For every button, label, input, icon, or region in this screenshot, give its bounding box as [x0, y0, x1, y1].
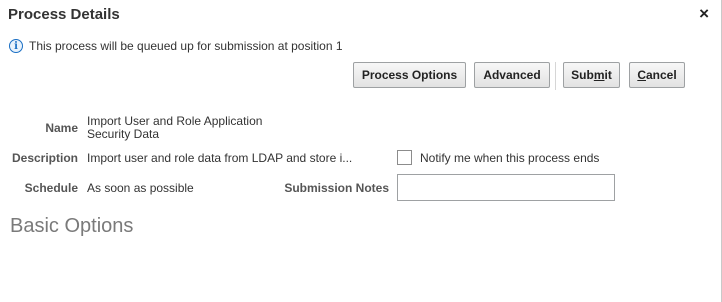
cancel-label-end: ancel — [645, 68, 677, 82]
close-icon[interactable]: × — [699, 5, 709, 23]
description-label: Description — [11, 151, 78, 165]
name-value: Import User and Role Application Securit… — [87, 115, 262, 141]
schedule-value: As soon as possible — [87, 181, 194, 195]
name-value-line2: Security Data — [87, 127, 160, 141]
info-message-text: This process will be queued up for submi… — [29, 39, 343, 53]
name-label: Name — [45, 121, 78, 135]
submit-label-mnemonic: m — [593, 68, 605, 82]
info-message: i This process will be queued up for sub… — [9, 39, 343, 53]
submit-button[interactable]: Sub m it — [563, 62, 620, 88]
cancel-label-mnemonic: C — [637, 68, 646, 82]
cancel-button[interactable]: Cancel — [629, 62, 685, 88]
notify-checkbox[interactable] — [397, 150, 412, 165]
submit-label-end: it — [604, 68, 612, 82]
basic-options-header: Basic Options — [10, 215, 134, 237]
info-icon: i — [9, 39, 23, 53]
process-details-dialog: Process Details × i This process will be… — [0, 0, 722, 302]
notify-checkbox-label[interactable]: Notify me when this process ends — [420, 151, 599, 165]
toolbar-separator — [555, 62, 556, 90]
dialog-title: Process Details — [8, 6, 120, 23]
submit-label-start: Sub — [571, 68, 594, 82]
submission-notes-label: Submission Notes — [284, 181, 389, 195]
process-options-button[interactable]: Process Options — [353, 62, 466, 88]
description-value: Import user and role data from LDAP and … — [87, 151, 353, 165]
schedule-label: Schedule — [24, 181, 78, 195]
submission-notes-input[interactable] — [397, 174, 615, 201]
advanced-button[interactable]: Advanced — [474, 62, 550, 88]
